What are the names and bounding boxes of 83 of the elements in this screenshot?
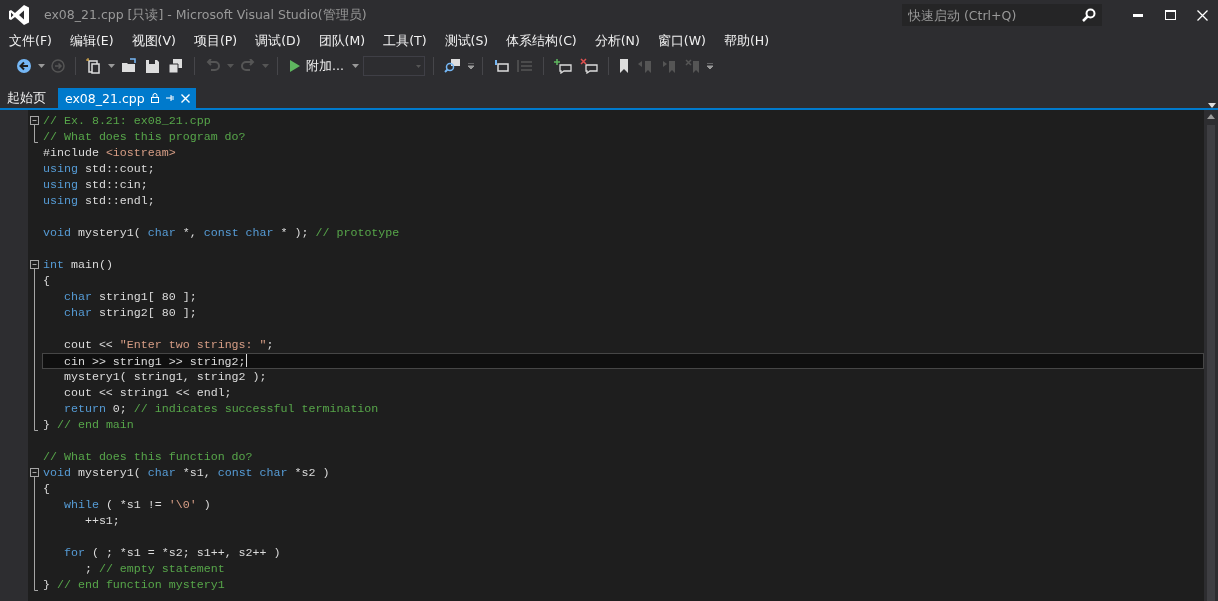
back-arrow-icon <box>16 58 32 74</box>
menu-item[interactable]: 视图(V) <box>126 30 181 52</box>
caret-icon[interactable] <box>38 64 45 68</box>
code-line: } // end main <box>42 417 135 433</box>
code-line: ; // empty statement <box>83 561 226 577</box>
redo-icon <box>240 59 256 73</box>
remove-comment-icon <box>579 58 598 74</box>
fold-guide-line <box>34 129 39 143</box>
menu-item[interactable]: 编辑(E) <box>64 30 119 52</box>
code-line: // What does this program do? <box>42 129 247 145</box>
code-line: cout << "Enter two strings: "; <box>62 337 275 353</box>
undo-icon <box>205 59 221 73</box>
menu-item[interactable]: 帮助(H) <box>718 30 775 52</box>
search-icon[interactable] <box>1082 8 1096 22</box>
code-line: for ( ; *s1 = *s2; s1++, s2++ ) <box>62 545 282 561</box>
code-line: while ( *s1 != '\0' ) <box>62 497 212 513</box>
code-line: using std::endl; <box>42 193 156 209</box>
find-symbol-icon <box>443 58 462 74</box>
code-line: #include <iostream> <box>42 145 177 161</box>
dropdown-icon[interactable] <box>1208 103 1216 108</box>
play-icon <box>290 60 300 72</box>
code-line: // Ex. 8.21: ex08_21.cpp <box>42 113 212 129</box>
forward-arrow-icon <box>51 59 65 73</box>
quick-launch-field[interactable]: 快速启动 (Ctrl+Q) <box>902 4 1102 26</box>
close-icon[interactable] <box>180 93 190 103</box>
code-line: { <box>42 481 51 497</box>
collapse-icon[interactable] <box>30 468 39 481</box>
pin-icon[interactable] <box>164 93 175 103</box>
uncomment-button[interactable] <box>577 55 600 77</box>
close-icon <box>1196 9 1208 21</box>
next-bookmark-icon <box>660 59 677 73</box>
document-tab[interactable]: ex08_21.cpp <box>58 88 196 108</box>
menu-item[interactable]: 项目(P) <box>188 30 243 52</box>
new-document-icon <box>86 58 102 74</box>
code-line: using std::cin; <box>42 177 149 193</box>
indent-icon <box>516 59 533 73</box>
menu-item[interactable]: 工具(T) <box>378 30 432 52</box>
maximize-icon <box>1164 10 1176 20</box>
outdent-icon <box>492 59 509 73</box>
tab-label: ex08_21.cpp <box>65 90 145 106</box>
scroll-up-icon[interactable] <box>1207 114 1215 119</box>
add-comment-icon <box>553 58 572 74</box>
app-logo-icon <box>8 4 30 26</box>
caret-icon <box>415 64 421 68</box>
menu-item[interactable]: 团队(M) <box>313 30 371 52</box>
code-line: char string1[ 80 ]; <box>62 289 198 305</box>
save-icon <box>145 58 160 74</box>
previous-bookmark-icon <box>636 59 653 73</box>
minimize-icon <box>1133 13 1143 17</box>
menu-item[interactable]: 调试(D) <box>250 30 306 52</box>
tab-label: 起始页 <box>7 89 46 107</box>
caret-icon[interactable] <box>108 64 115 68</box>
code-line: cout << string1 << endl; <box>62 385 233 401</box>
menu-item[interactable]: 分析(N) <box>589 30 645 52</box>
save-all-icon <box>168 58 184 74</box>
vertical-scrollbar[interactable] <box>1204 110 1218 601</box>
collapse-icon[interactable] <box>30 260 39 273</box>
code-line: int main() <box>42 257 114 273</box>
code-line: { <box>42 273 51 289</box>
clear-bookmarks-icon <box>684 59 701 73</box>
collapse-icon[interactable] <box>30 116 39 129</box>
lock-icon <box>150 93 159 103</box>
bookmark-icon <box>618 59 629 73</box>
code-line: void mystery1( char *s1, const char *s2 ) <box>42 465 331 481</box>
overflow-icon[interactable] <box>467 63 474 69</box>
menu-item[interactable]: 测试(S) <box>439 30 494 52</box>
caret-icon[interactable] <box>351 64 359 68</box>
menu-item[interactable]: 文件(F) <box>4 30 57 52</box>
menu-item[interactable]: 窗口(W) <box>652 30 711 52</box>
overflow-icon[interactable] <box>706 63 713 69</box>
code-line: } // end function mystery1 <box>42 577 226 593</box>
code-line: using std::cout; <box>42 161 156 177</box>
code-line: char string2[ 80 ]; <box>62 305 198 321</box>
code-line: return 0; // indicates successful termination <box>62 401 380 417</box>
window-title: ex08_21.cpp [只读] - Microsoft Visual Studio(管理员) <box>44 6 368 24</box>
document-tab[interactable]: 起始页 <box>0 88 52 108</box>
code-line: void mystery1( char *, const char * ); // prototype <box>42 225 401 241</box>
code-line: ++s1; <box>83 513 121 529</box>
attach-button[interactable]: 附加... <box>286 55 348 77</box>
code-line: mystery1( string1, string2 ); <box>62 369 268 385</box>
menu-item[interactable]: 体系结构(C) <box>501 30 582 52</box>
folder-icon <box>121 58 137 74</box>
code-line: // What does this function do? <box>42 449 254 465</box>
